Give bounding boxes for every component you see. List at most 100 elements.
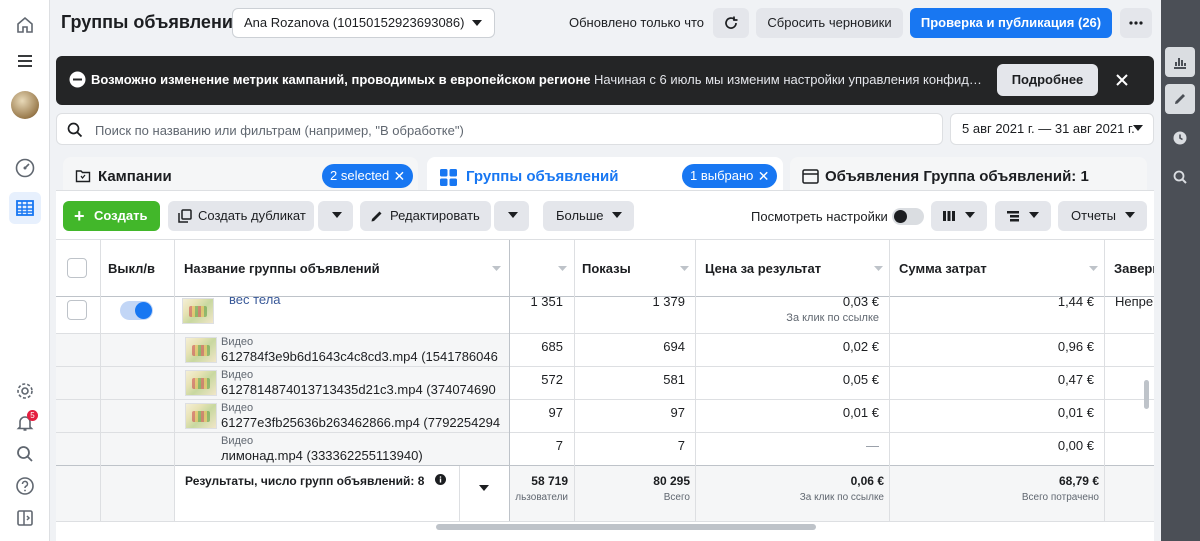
sort-icon[interactable] (680, 266, 689, 271)
duplicate-button[interactable]: Создать дубликат (168, 201, 314, 231)
refresh-icon (725, 16, 738, 29)
impressions-value: 581 (663, 372, 685, 387)
sort-icon[interactable] (1089, 266, 1098, 271)
cost-per-result-value: 0,03 € (842, 294, 879, 309)
column-header-toggle[interactable]: Выкл/в (108, 261, 155, 276)
chevron-down-icon (472, 20, 482, 26)
create-button[interactable]: + Создать (63, 201, 160, 231)
settings-gear-icon[interactable] (9, 375, 41, 407)
ads-manager-table-icon[interactable] (9, 192, 41, 224)
banner-text: Начиная с 6 июль мы изменим настройки уп… (594, 72, 984, 87)
impressions-value: 7 (677, 438, 685, 453)
summary-spent: 68,79 € (1058, 474, 1099, 488)
edit-button[interactable]: Редактировать (360, 201, 491, 231)
learn-more-button[interactable]: Подробнее (997, 64, 1098, 96)
amount-spent-value: 0,01 € (1057, 405, 1094, 420)
chevron-down-icon (332, 212, 342, 218)
date-range-picker[interactable]: 5 авг 2021 г. — 31 авг 2021 г. (950, 113, 1154, 145)
side-panel-icon[interactable] (9, 502, 41, 534)
cost-per-result-value: 0,02 € (842, 339, 879, 354)
select-all-checkbox[interactable] (67, 258, 87, 278)
more-options-button[interactable] (1120, 8, 1152, 38)
clear-selection-icon[interactable]: ✕ (758, 164, 770, 188)
chevron-down-icon[interactable] (479, 485, 489, 491)
menu-icon[interactable] (9, 45, 41, 77)
ad-set-name-link[interactable]: вес тела (229, 292, 281, 307)
help-icon[interactable] (9, 470, 41, 502)
info-icon[interactable] (435, 474, 446, 485)
folder-icon (75, 170, 91, 183)
sort-icon[interactable] (558, 266, 567, 271)
ad-name[interactable]: 612784f3e9b6d1643c4c8cd3.mp4 (1541786046 (221, 349, 501, 364)
banner-title: Возможно изменение метрик кампаний, пров… (91, 72, 591, 87)
impressions-value: 694 (663, 339, 685, 354)
reports-dropdown[interactable]: Отчеты (1058, 201, 1147, 231)
ad-sets-selection-pill[interactable]: 1 выбрано ✕ (682, 164, 778, 188)
notice-banner: Возможно изменение метрик кампаний, пров… (56, 56, 1154, 105)
more-label: Больше (556, 208, 604, 223)
chevron-down-icon (1133, 125, 1143, 131)
ad-set-status-toggle[interactable] (120, 301, 153, 320)
page-title: Группы объявлений (61, 12, 244, 32)
duplicate-options-dropdown[interactable] (318, 201, 353, 231)
review-and-publish-button[interactable]: Проверка и публикация (26) (910, 8, 1112, 38)
chart-icon[interactable] (1165, 47, 1195, 77)
ad-name[interactable]: лимонад.mp4 (333362255113940) (221, 448, 501, 463)
sort-icon[interactable] (874, 266, 883, 271)
ad-thumbnail (185, 337, 217, 363)
sort-icon[interactable] (492, 266, 501, 271)
tab-ads-label: Объявления Группа объявлений: 1 (825, 168, 1089, 185)
close-icon[interactable] (1112, 70, 1132, 90)
column-header-impressions[interactable]: Показы (582, 261, 631, 276)
warning-icon (69, 71, 86, 88)
cost-per-result-value: 0,05 € (842, 372, 879, 387)
summary-cost-label: За клик по ссылке (799, 492, 884, 503)
column-header-ends[interactable]: Заверш (1114, 261, 1154, 276)
avatar[interactable] (11, 91, 39, 119)
history-clock-icon[interactable] (1165, 123, 1195, 153)
search-icon[interactable] (9, 438, 41, 470)
horizontal-scrollbar[interactable] (436, 524, 816, 530)
summary-impressions: 80 295 (653, 474, 690, 488)
edit-options-dropdown[interactable] (494, 201, 529, 231)
duplicate-label: Создать дубликат (198, 208, 306, 223)
ad-type-label: Видео (221, 369, 254, 381)
row-checkbox[interactable] (67, 300, 87, 320)
chevron-down-icon (508, 212, 518, 218)
more-actions-dropdown[interactable]: Больше (543, 201, 634, 231)
summary-expand-cell (460, 466, 509, 521)
refresh-button[interactable] (713, 8, 749, 38)
summary-cost: 0,06 € (850, 474, 884, 488)
duplicate-icon (178, 209, 192, 223)
vertical-scrollbar[interactable] (1144, 380, 1149, 409)
pencil-icon (371, 211, 382, 222)
breakdown-dropdown[interactable] (995, 201, 1051, 231)
campaigns-selection-pill[interactable]: 2 selected ✕ (322, 164, 414, 188)
reach-value: 1 351 (530, 294, 563, 309)
ad-name[interactable]: 61277e3fb25636b263462866.mp4 (7792254294 (221, 415, 501, 430)
view-settings-toggle[interactable] (892, 208, 924, 225)
summary-impressions-label: Всего (663, 492, 690, 503)
reach-value: 7 (555, 438, 563, 453)
plus-icon: + (74, 206, 85, 226)
columns-dropdown[interactable] (931, 201, 987, 231)
ad-sets-grid-icon (440, 169, 457, 186)
ad-name[interactable]: 6127814874013713435d21c3.mp4 (374074690 (221, 382, 501, 397)
discard-drafts-button[interactable]: Сбросить черновики (756, 8, 903, 38)
ad-thumbnail (185, 403, 217, 429)
chevron-down-icon (1029, 212, 1039, 218)
impressions-value: 97 (670, 405, 685, 420)
dashboard-icon[interactable] (9, 152, 41, 184)
view-settings-label: Посмотреть настройки (751, 209, 888, 224)
clear-selection-icon[interactable]: ✕ (394, 164, 406, 188)
account-selector[interactable]: Ana Rozanova (10150152923693086) (232, 8, 495, 38)
edit-label: Редактировать (390, 208, 480, 223)
column-header-name[interactable]: Название группы объявлений (184, 261, 380, 276)
reach-value: 97 (548, 405, 563, 420)
pencil-edit-icon[interactable] (1165, 84, 1195, 114)
inspect-search-icon[interactable] (1165, 162, 1195, 192)
search-input[interactable] (95, 120, 915, 140)
column-header-amount-spent[interactable]: Сумма затрат (899, 261, 987, 276)
home-icon[interactable] (9, 9, 41, 41)
column-header-cost-per-result[interactable]: Цена за результат (705, 261, 821, 276)
